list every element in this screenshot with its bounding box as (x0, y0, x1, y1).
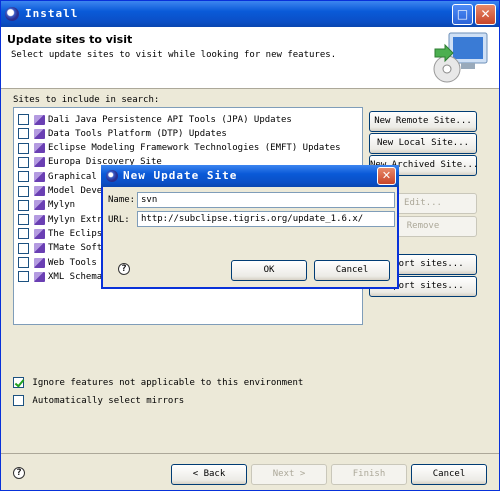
site-label: Model Deve (48, 186, 103, 196)
auto-mirrors-checkbox[interactable] (13, 395, 24, 406)
list-item[interactable]: Web Tools (18, 257, 97, 271)
site-checkbox[interactable] (18, 128, 29, 140)
update-site-icon (34, 228, 45, 239)
site-checkbox[interactable] (18, 214, 29, 226)
list-item[interactable]: Mylyn (18, 199, 76, 214)
page-title: Update sites to visit (7, 33, 133, 46)
update-site-icon (34, 214, 45, 225)
cancel-button[interactable]: Cancel (411, 464, 487, 485)
site-checkbox[interactable] (18, 199, 29, 211)
update-site-icon (34, 171, 45, 182)
list-item[interactable]: Data Tools Platform (DTP) Updates (18, 128, 227, 142)
wizard-header: Update sites to visit Select update site… (1, 27, 499, 89)
list-item[interactable]: Mylyn Extr (18, 214, 102, 228)
url-field[interactable]: http://subclipse.tigris.org/update_1.6.x… (137, 211, 395, 227)
ignore-features-option[interactable]: Ignore features not applicable to this e… (13, 377, 303, 391)
dialog-cancel-button[interactable]: Cancel (314, 260, 390, 281)
footer-separator (1, 453, 499, 454)
update-site-icon (34, 186, 45, 196)
site-checkbox[interactable] (18, 171, 29, 183)
list-item[interactable]: The Eclips (18, 228, 102, 242)
dialog-title-bar[interactable]: New Update Site ✕ (101, 165, 399, 187)
dialog-help-icon[interactable]: ? (118, 263, 130, 275)
list-item[interactable]: Dali Java Persistence API Tools (JPA) Up… (18, 114, 292, 128)
update-site-icon (34, 200, 45, 211)
site-label: The Eclips (48, 228, 103, 239)
title-bar[interactable]: Install □ ✕ (1, 1, 499, 27)
list-item[interactable]: Eclipse Modeling Framework Technologies … (18, 142, 341, 157)
new-local-site-button[interactable]: New Local Site... (369, 133, 477, 154)
url-label: URL: (108, 215, 130, 225)
site-label: Data Tools Platform (DTP) Updates (48, 128, 227, 139)
site-label: Mylyn (48, 200, 76, 211)
list-item[interactable]: TMate Soft (18, 242, 103, 257)
back-button[interactable]: < Back (171, 464, 247, 485)
site-label: TMate Soft (48, 243, 103, 254)
help-icon[interactable]: ? (13, 467, 25, 479)
update-site-icon (34, 271, 45, 282)
site-checkbox[interactable] (18, 114, 29, 125)
install-window: Install □ ✕ Update sites to visit Select… (0, 0, 500, 491)
new-update-site-dialog: New Update Site ✕ Name: svn URL: http://… (101, 165, 399, 289)
name-field[interactable]: svn (137, 192, 395, 208)
dialog-title: New Update Site (123, 169, 238, 182)
auto-mirrors-option[interactable]: Automatically select mirrors (13, 395, 184, 409)
update-site-icon (34, 114, 45, 125)
list-item[interactable]: XML Schema (18, 271, 102, 285)
site-checkbox[interactable] (18, 228, 29, 240)
sites-label: Sites to include in search: (13, 95, 160, 105)
name-label: Name: (108, 195, 136, 205)
finish-button[interactable]: Finish (331, 464, 407, 485)
list-item[interactable]: Model Deve (18, 185, 103, 200)
maximize-button[interactable]: □ (452, 4, 473, 25)
eclipse-icon (5, 7, 19, 21)
update-site-icon (34, 257, 45, 268)
next-button[interactable]: Next > (251, 464, 327, 485)
new-remote-site-button[interactable]: New Remote Site... (369, 111, 477, 132)
eclipse-icon (106, 170, 118, 182)
site-checkbox[interactable] (18, 242, 29, 254)
site-checkbox[interactable] (18, 142, 29, 154)
update-site-icon (34, 157, 45, 168)
dialog-close-button[interactable]: ✕ (377, 167, 396, 185)
ignore-features-checkbox[interactable] (13, 377, 24, 388)
site-label: Eclipse Modeling Framework Technologies … (48, 143, 341, 154)
site-checkbox[interactable] (18, 156, 29, 168)
auto-mirrors-label: Automatically select mirrors (32, 395, 185, 406)
ignore-features-label: Ignore features not applicable to this e… (32, 377, 304, 388)
window-title: Install (25, 7, 79, 20)
site-label: Dali Java Persistence API Tools (JPA) Up… (48, 114, 292, 125)
update-site-icon (34, 128, 45, 139)
dialog-ok-button[interactable]: OK (231, 260, 307, 281)
install-banner-icon (433, 32, 488, 83)
site-label: Graphical (48, 171, 97, 182)
site-checkbox[interactable] (18, 185, 29, 197)
site-label: Web Tools (48, 257, 97, 268)
update-site-icon (34, 143, 45, 154)
update-site-icon (34, 243, 45, 254)
page-description: Select update sites to visit while looki… (11, 50, 337, 60)
site-label: XML Schema (48, 271, 103, 282)
close-button[interactable]: ✕ (475, 4, 496, 25)
list-item[interactable]: Graphical (18, 171, 97, 185)
site-checkbox[interactable] (18, 257, 29, 268)
site-label: Mylyn Extr (48, 214, 103, 225)
site-checkbox[interactable] (18, 271, 29, 283)
